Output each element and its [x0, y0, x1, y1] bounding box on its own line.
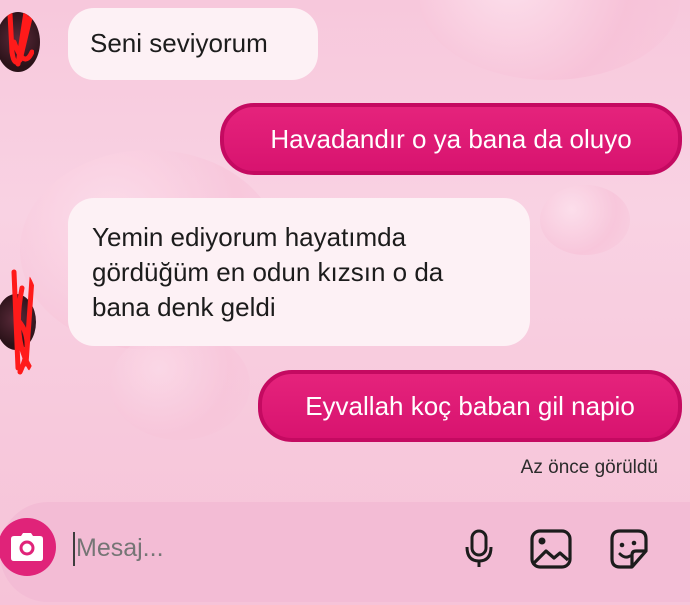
sender-avatar[interactable]	[0, 268, 40, 378]
sticker-icon	[610, 529, 648, 569]
message-bubble-incoming[interactable]: Seni seviyorum	[68, 8, 318, 80]
censor-scribble	[11, 269, 35, 375]
microphone-icon	[465, 529, 493, 567]
background-heart	[540, 185, 630, 255]
message-bubble-outgoing[interactable]: Havadandır o ya bana da oluyo	[220, 103, 682, 175]
censor-scribble	[7, 12, 34, 67]
message-text: Yemin ediyorum hayatımda gördüğüm en odu…	[92, 222, 444, 322]
sender-avatar[interactable]	[0, 12, 40, 72]
message-text: Seni seviyorum	[90, 28, 268, 58]
message-composer	[0, 502, 690, 602]
message-bubble-outgoing[interactable]: Eyvallah koç baban gil napio	[258, 370, 682, 442]
microphone-button[interactable]	[456, 526, 502, 572]
sticker-button[interactable]	[606, 526, 652, 572]
text-cursor	[73, 532, 75, 566]
gallery-icon	[530, 529, 572, 569]
camera-button[interactable]	[0, 518, 56, 576]
seen-status: Az önce görüldü	[520, 457, 658, 478]
camera-icon	[11, 533, 43, 561]
background-heart	[420, 0, 680, 80]
message-text: Eyvallah koç baban gil napio	[305, 391, 635, 421]
message-bubble-incoming[interactable]: Yemin ediyorum hayatımda gördüğüm en odu…	[68, 198, 530, 346]
gallery-button[interactable]	[528, 526, 574, 572]
message-text: Havadandır o ya bana da oluyo	[270, 124, 632, 154]
message-input[interactable]	[76, 528, 436, 568]
chat-screen: Seni seviyorum Havadandır o ya bana da o…	[0, 0, 690, 605]
background-heart	[110, 330, 250, 440]
